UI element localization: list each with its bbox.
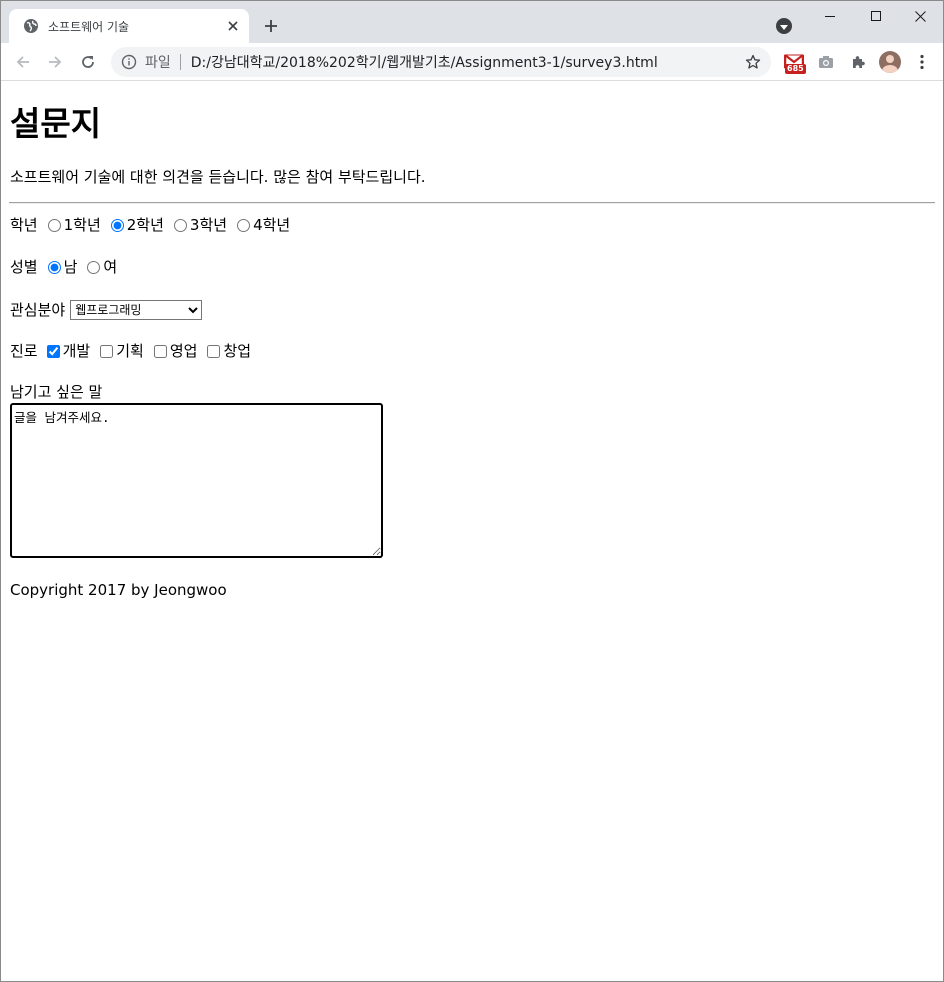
- career-option-label: 개발: [62, 342, 91, 360]
- reload-button[interactable]: [74, 48, 102, 76]
- minimize-icon: [825, 15, 835, 17]
- gender-radio-female[interactable]: [87, 260, 101, 274]
- career-label: 진로: [10, 342, 38, 360]
- address-url[interactable]: D:/강남대학교/2018%202학기/웹개발기초/Assignment3-1/…: [191, 52, 743, 72]
- career-option-label: 창업: [223, 342, 252, 360]
- career-option-label: 기획: [116, 342, 144, 360]
- page-title: 설문지: [10, 104, 102, 143]
- grade-label: 학년: [10, 216, 38, 234]
- browser-titlebar: 소프트웨어 기술: [1, 1, 943, 43]
- camera-icon[interactable]: [815, 51, 837, 73]
- career-option-dev[interactable]: 개발: [45, 341, 91, 361]
- career-option-planning[interactable]: 기획: [98, 341, 144, 361]
- address-bar[interactable]: 파일 D:/강남대학교/2018%202학기/웹개발기초/Assignment3…: [111, 47, 771, 77]
- profile-avatar[interactable]: [879, 51, 901, 73]
- gmail-extension-button[interactable]: 685: [783, 51, 806, 74]
- gender-option-label: 여: [103, 258, 118, 276]
- globe-icon: [23, 18, 39, 34]
- info-icon[interactable]: [121, 54, 137, 70]
- grade-option-3[interactable]: 3학년: [172, 215, 227, 235]
- grade-radio-2[interactable]: [110, 218, 124, 232]
- bookmark-star-icon[interactable]: [743, 52, 763, 72]
- tab-search-icon[interactable]: [776, 18, 792, 34]
- intro-text: 소프트웨어 기술에 대한 의견을 듣습니다. 많은 참여 부탁드립니다.: [10, 168, 426, 186]
- interest-select[interactable]: 웹프로그래밍: [70, 300, 203, 320]
- gender-option-label: 남: [63, 258, 78, 276]
- reload-icon: [82, 56, 94, 68]
- gender-label: 성별: [10, 258, 38, 276]
- address-scheme: 파일: [145, 55, 171, 71]
- menu-dots-icon[interactable]: [911, 51, 933, 73]
- career-checkbox-planning[interactable]: [100, 344, 114, 358]
- grade-radio-1[interactable]: [47, 218, 61, 232]
- career-option-sales[interactable]: 영업: [152, 341, 198, 361]
- grade-option-label: 4학년: [253, 216, 291, 234]
- grade-row: 학년 1학년 2학년 3학년 4학년: [10, 215, 935, 235]
- grade-option-1[interactable]: 1학년: [46, 215, 101, 235]
- grade-option-label: 2학년: [126, 216, 164, 234]
- extensions-puzzle-icon[interactable]: [847, 51, 869, 73]
- career-option-startup[interactable]: 창업: [205, 341, 251, 361]
- maximize-button[interactable]: [853, 1, 899, 31]
- gender-radio-male[interactable]: [47, 260, 61, 274]
- tab-title: 소프트웨어 기술: [48, 19, 130, 34]
- grade-option-4[interactable]: 4학년: [235, 215, 290, 235]
- grade-radio-4[interactable]: [237, 218, 251, 232]
- career-checkbox-sales[interactable]: [153, 344, 167, 358]
- arrow-right-icon: [49, 56, 62, 68]
- minimize-button[interactable]: [807, 1, 853, 31]
- grade-option-label: 1학년: [63, 216, 101, 234]
- maximize-icon: [871, 11, 881, 21]
- browser-tab[interactable]: 소프트웨어 기술: [9, 9, 249, 43]
- forward-button[interactable]: [41, 48, 69, 76]
- footer-copyright: Copyright 2017 by Jeongwoo: [10, 581, 227, 599]
- interest-label: 관심분야: [10, 301, 66, 319]
- window-close-button[interactable]: [897, 1, 943, 31]
- comment-label: 남기고 싶은 말: [10, 383, 103, 401]
- gender-option-male[interactable]: 남: [46, 257, 78, 277]
- address-separator: [179, 54, 181, 70]
- career-row: 진로 개발 기획 영업 창업: [10, 341, 935, 361]
- close-icon[interactable]: [223, 16, 243, 36]
- gender-option-female[interactable]: 여: [85, 257, 117, 277]
- arrow-left-icon: [16, 56, 29, 68]
- grade-option-label: 3학년: [189, 216, 228, 234]
- browser-toolbar: 파일 D:/강남대학교/2018%202학기/웹개발기초/Assignment3…: [1, 43, 943, 81]
- comment-textarea[interactable]: 글을 남겨주세요.: [10, 403, 383, 558]
- divider: [9, 202, 935, 204]
- back-button[interactable]: [9, 48, 37, 76]
- new-tab-button[interactable]: [259, 14, 283, 38]
- career-option-label: 영업: [169, 342, 198, 360]
- gmail-badge: 685: [785, 64, 806, 74]
- window-close-icon: [914, 10, 926, 22]
- grade-option-2[interactable]: 2학년: [109, 215, 164, 235]
- career-checkbox-dev[interactable]: [46, 344, 60, 358]
- grade-radio-3[interactable]: [173, 218, 187, 232]
- interest-row: 관심분야 웹프로그래밍: [10, 300, 935, 320]
- career-checkbox-startup[interactable]: [207, 344, 221, 358]
- page-content: 설문지 소프트웨어 기술에 대한 의견을 듣습니다. 많은 참여 부탁드립니다.…: [1, 82, 943, 981]
- gender-row: 성별 남 여: [10, 257, 935, 277]
